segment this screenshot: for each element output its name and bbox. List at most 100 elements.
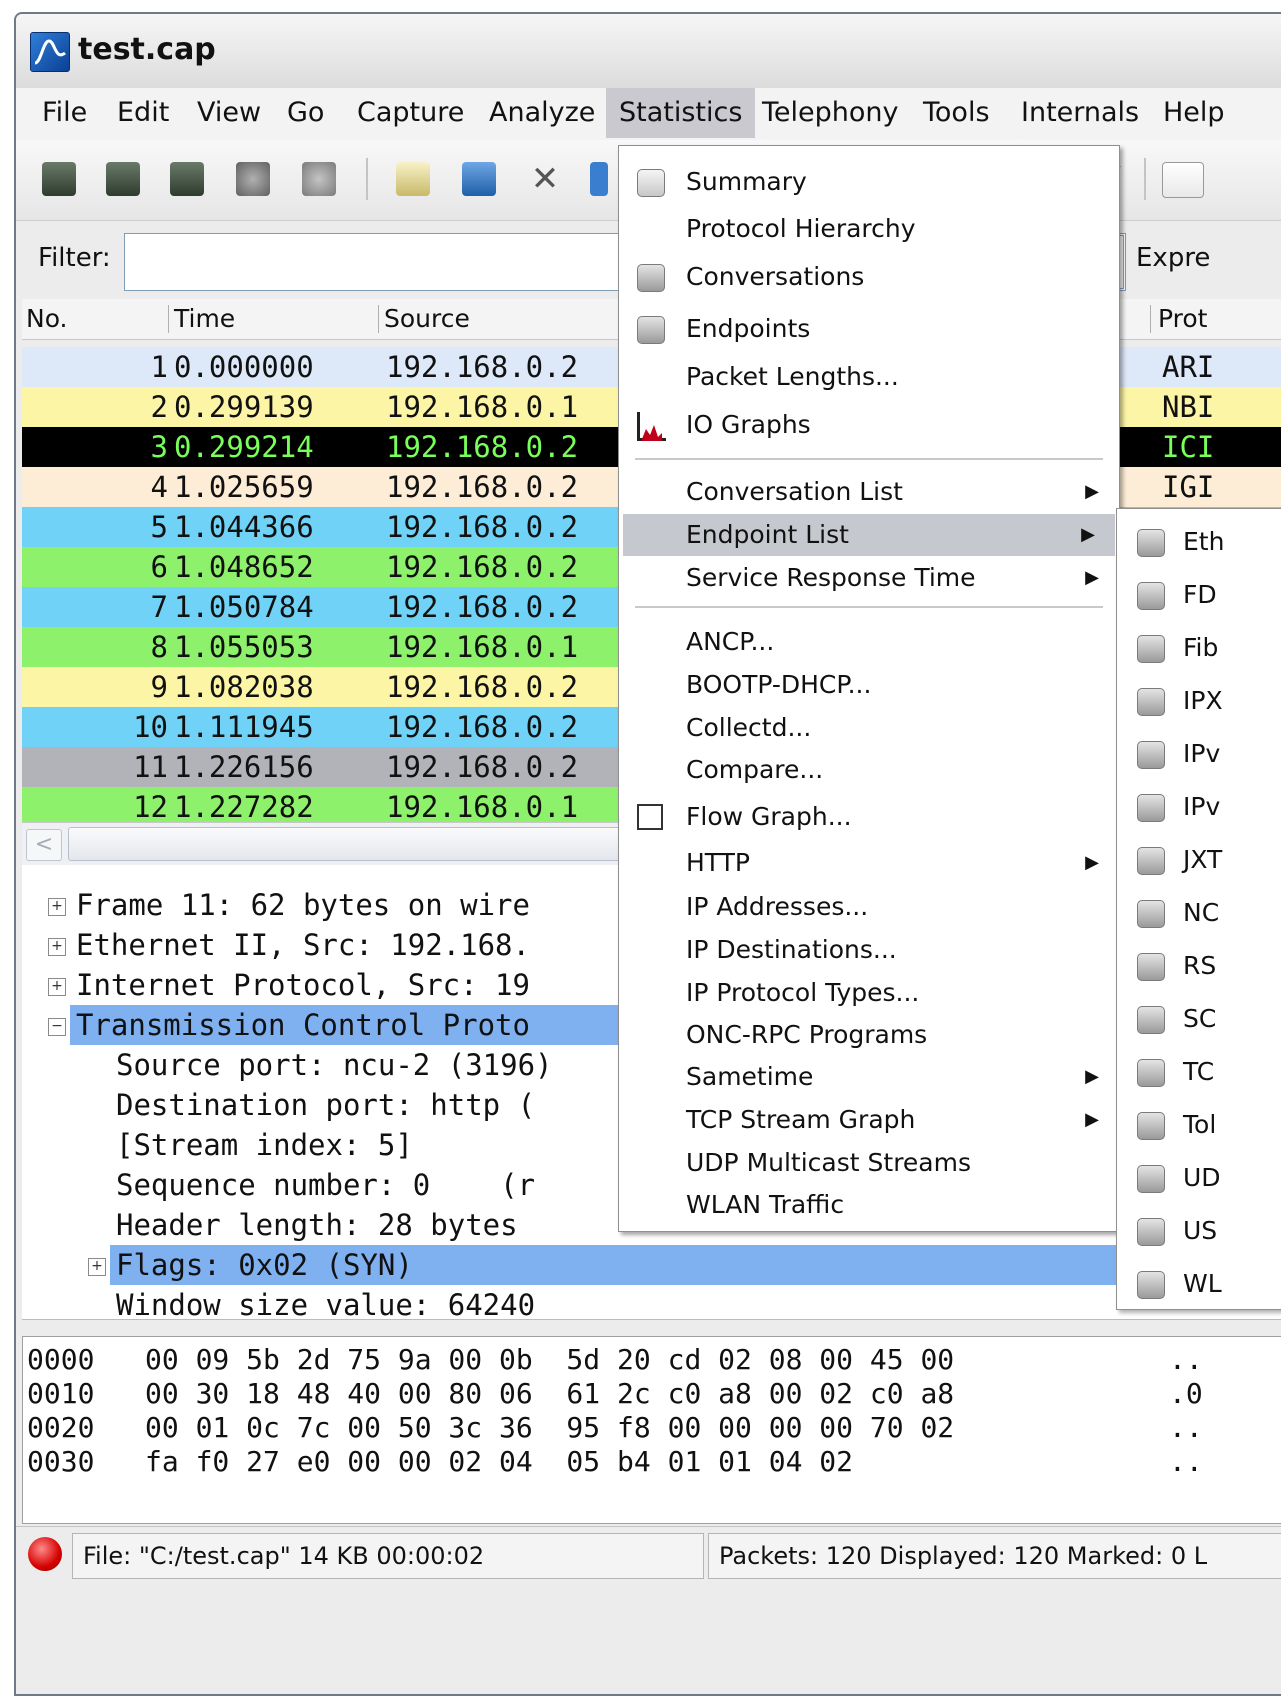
column-header-protocol[interactable]: Prot	[1158, 303, 1207, 335]
expand-icon[interactable]: +	[88, 1258, 106, 1276]
submenu-item-endpoint[interactable]: Fib	[1117, 621, 1281, 674]
submenu-item-endpoint[interactable]: Eth	[1117, 515, 1281, 568]
tree-item-header-length[interactable]: Header length: 28 bytes	[116, 1205, 518, 1245]
column-separator[interactable]	[378, 305, 379, 333]
capture-options-icon[interactable]	[106, 162, 140, 196]
menu-item-ip-destinations[interactable]: IP Destinations...	[619, 929, 1119, 971]
restart-capture-icon[interactable]	[302, 162, 336, 196]
menu-item-http[interactable]: HTTP ▶	[619, 842, 1119, 884]
tree-item-ethernet[interactable]: Ethernet II, Src: 192.168.	[76, 925, 530, 965]
menu-item-wlan-traffic[interactable]: WLAN Traffic	[619, 1184, 1119, 1226]
open-file-icon[interactable]	[396, 162, 430, 196]
scroll-left-icon[interactable]: <	[26, 829, 62, 861]
submenu-item-endpoint[interactable]: SC	[1117, 992, 1281, 1045]
hex-off[interactable]: 0020	[27, 1411, 94, 1445]
hex-bytes[interactable]: 00 09 5b 2d 75 9a 00 0b 5d 20 cd 02 08 0…	[145, 1343, 954, 1377]
menu-item-packet-lengths[interactable]: Packet Lengths...	[619, 356, 1119, 398]
colorize-icon[interactable]	[1162, 162, 1204, 198]
menu-go[interactable]: Go	[274, 88, 337, 138]
menu-item-flow-graph[interactable]: Flow Graph...	[619, 796, 1119, 838]
submenu-item-endpoint[interactable]: UD	[1117, 1151, 1281, 1204]
menu-item-collectd[interactable]: Collectd...	[619, 707, 1119, 749]
menu-statistics[interactable]: Statistics	[606, 88, 756, 138]
menu-file[interactable]: File	[29, 88, 100, 138]
expand-icon[interactable]: +	[48, 898, 66, 916]
expression-button[interactable]: Expre	[1136, 243, 1210, 273]
menu-item-bootp-dhcp[interactable]: BOOTP-DHCP...	[619, 664, 1119, 706]
expand-icon[interactable]: +	[48, 938, 66, 956]
submenu-item-endpoint[interactable]: JXT	[1117, 833, 1281, 886]
menu-item-tcp-stream-graph[interactable]: TCP Stream Graph ▶	[619, 1099, 1119, 1141]
tree-item-tcp[interactable]: Transmission Control Proto	[70, 1005, 636, 1045]
hex-bytes[interactable]: 00 01 0c 7c 00 50 3c 36 95 f8 00 00 00 0…	[145, 1411, 954, 1445]
menu-item-udp-multicast-streams[interactable]: UDP Multicast Streams	[619, 1142, 1119, 1184]
hex-off[interactable]: 0030	[27, 1445, 94, 1479]
column-header-source[interactable]: Source	[384, 303, 470, 335]
submenu-item-endpoint[interactable]: FD	[1117, 568, 1281, 621]
save-file-icon[interactable]	[462, 162, 496, 196]
menu-item-conversations[interactable]: Conversations	[619, 256, 1119, 298]
menu-item-endpoints[interactable]: Endpoints	[619, 308, 1119, 350]
menu-capture[interactable]: Capture	[344, 88, 477, 138]
menu-item-protocol-hierarchy[interactable]: Protocol Hierarchy	[619, 208, 1119, 250]
hex-ascii[interactable]: ..	[1169, 1411, 1203, 1445]
tree-item-stream-index[interactable]: [Stream index: 5]	[116, 1125, 413, 1165]
stop-capture-icon[interactable]	[236, 162, 270, 196]
submenu-item-endpoint[interactable]: Tol	[1117, 1098, 1281, 1151]
menu-help[interactable]: Help	[1150, 88, 1238, 138]
expert-info-icon[interactable]	[28, 1537, 62, 1571]
menu-item-endpoint-list[interactable]: Endpoint List ▶	[623, 514, 1115, 556]
menu-tools[interactable]: Tools	[910, 88, 1003, 138]
endpoint-table-icon	[1137, 900, 1165, 928]
column-header-time[interactable]: Time	[174, 303, 235, 335]
menu-item-sametime[interactable]: Sametime ▶	[619, 1056, 1119, 1098]
start-capture-icon[interactable]	[170, 162, 204, 196]
menu-edit[interactable]: Edit	[104, 88, 182, 138]
menu-item-ip-protocol-types[interactable]: IP Protocol Types...	[619, 972, 1119, 1014]
submenu-item-endpoint[interactable]: RS	[1117, 939, 1281, 992]
menu-item-onc-rpc-programs[interactable]: ONC-RPC Programs	[619, 1014, 1119, 1056]
submenu-item-endpoint[interactable]: IPX	[1117, 674, 1281, 727]
tree-item-window-size[interactable]: Window size value: 64240	[116, 1285, 535, 1325]
menu-item-summary[interactable]: Summary	[619, 161, 1119, 203]
hex-bytes[interactable]: 00 30 18 48 40 00 80 06 61 2c c0 a8 00 0…	[145, 1377, 954, 1411]
endpoint-table-icon	[1137, 1006, 1165, 1034]
expand-icon[interactable]: +	[48, 978, 66, 996]
column-separator[interactable]	[168, 305, 169, 333]
menu-item-io-graphs[interactable]: IO Graphs	[619, 404, 1119, 446]
submenu-item-endpoint[interactable]: US	[1117, 1204, 1281, 1257]
menu-item-ancp[interactable]: ANCP...	[619, 621, 1119, 663]
submenu-item-endpoint[interactable]: IPv	[1117, 727, 1281, 780]
column-separator[interactable]	[1150, 305, 1151, 333]
menu-view[interactable]: View	[184, 88, 274, 138]
tree-item-src-port[interactable]: Source port: ncu-2 (3196)	[116, 1045, 553, 1085]
close-file-icon[interactable]: ✕	[528, 162, 562, 196]
hex-ascii[interactable]: .0	[1169, 1377, 1203, 1411]
hex-ascii[interactable]: ..	[1169, 1445, 1203, 1479]
reload-icon[interactable]	[590, 162, 608, 196]
submenu-item-endpoint[interactable]: NC	[1117, 886, 1281, 939]
tree-item-flags[interactable]: Flags: 0x02 (SYN)	[110, 1245, 1281, 1285]
menu-telephony[interactable]: Telephony	[749, 88, 912, 138]
menu-item-compare[interactable]: Compare...	[619, 749, 1119, 791]
menu-item-ip-addresses[interactable]: IP Addresses...	[619, 886, 1119, 928]
submenu-item-endpoint[interactable]: IPv	[1117, 780, 1281, 833]
interfaces-icon[interactable]	[42, 162, 76, 196]
tree-item-sequence[interactable]: Sequence number: 0 (r	[116, 1165, 535, 1205]
menu-internals[interactable]: Internals	[1008, 88, 1152, 138]
hex-off[interactable]: 0010	[27, 1377, 94, 1411]
submenu-item-endpoint[interactable]: WL	[1117, 1257, 1281, 1310]
menu-item-conversation-list[interactable]: Conversation List ▶	[619, 471, 1119, 513]
menu-analyze[interactable]: Analyze	[476, 88, 608, 138]
hex-off[interactable]: 0000	[27, 1343, 94, 1377]
column-header-no[interactable]: No.	[26, 303, 68, 335]
title-bar[interactable]: test.cap	[16, 14, 1281, 89]
tree-item-frame[interactable]: Frame 11: 62 bytes on wire	[76, 885, 530, 925]
menu-item-service-response-time[interactable]: Service Response Time ▶	[619, 557, 1119, 599]
tree-item-dst-port[interactable]: Destination port: http (	[116, 1085, 535, 1125]
hex-ascii[interactable]: ..	[1169, 1343, 1203, 1377]
collapse-icon[interactable]: −	[48, 1018, 66, 1036]
tree-item-ip[interactable]: Internet Protocol, Src: 19	[76, 965, 530, 1005]
submenu-item-endpoint[interactable]: TC	[1117, 1045, 1281, 1098]
hex-bytes[interactable]: fa f0 27 e0 00 00 02 04 05 b4 01 01 04 0…	[145, 1445, 853, 1479]
